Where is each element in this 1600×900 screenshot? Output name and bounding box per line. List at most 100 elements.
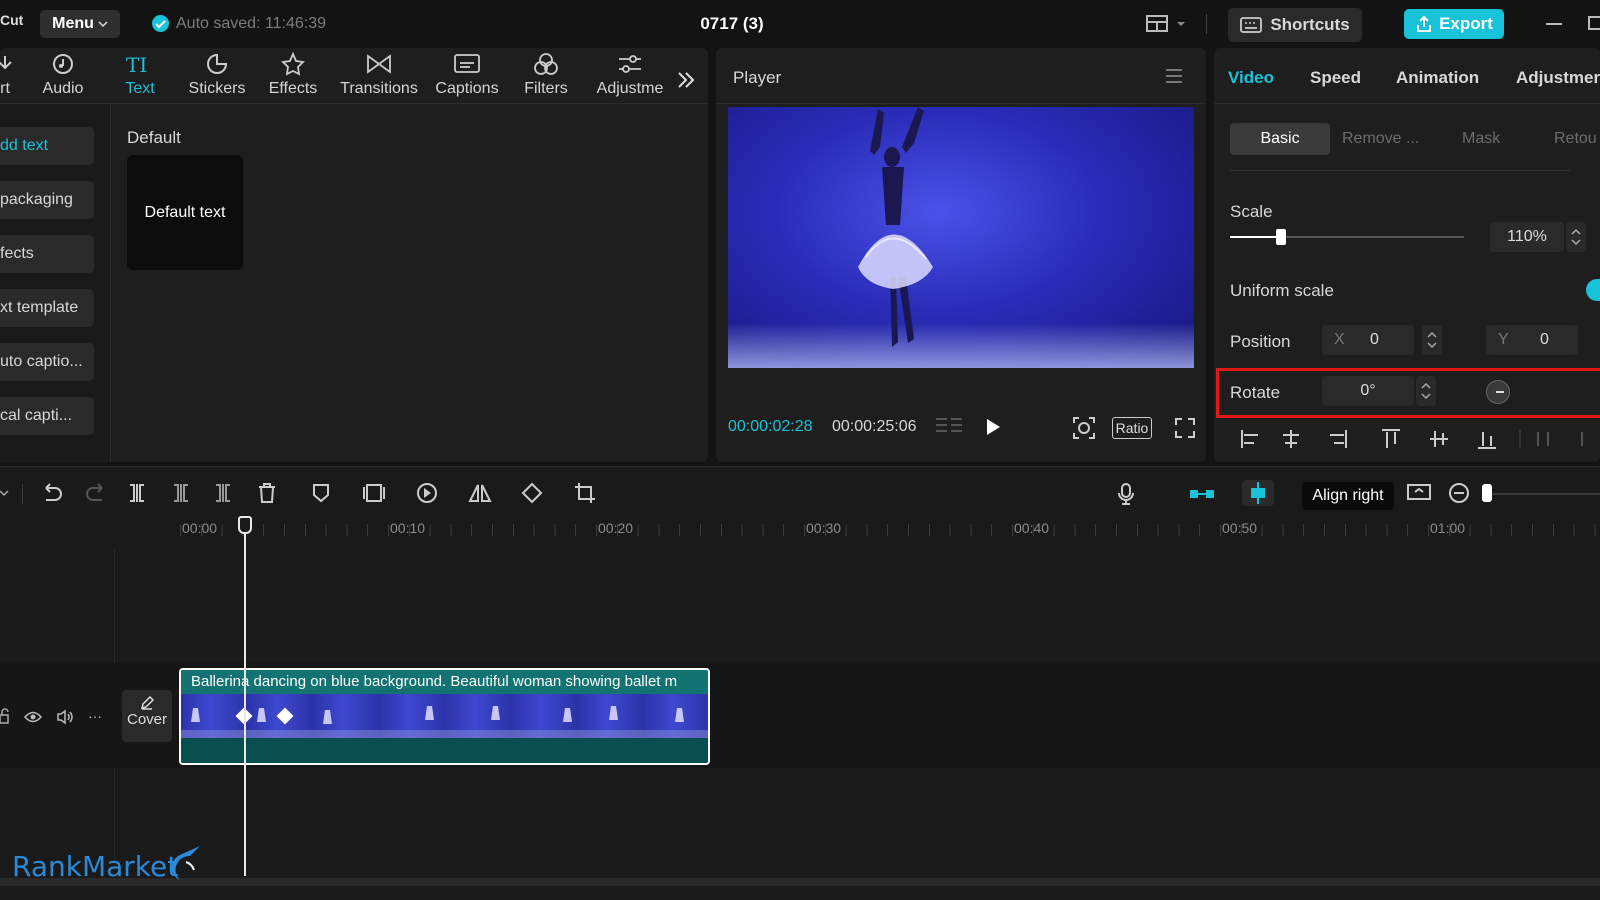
mirror-icon[interactable] xyxy=(468,482,492,509)
crop-icon[interactable] xyxy=(574,482,596,509)
unicorn-logo-icon xyxy=(166,844,202,887)
sidebar-item-label: packaging xyxy=(0,191,73,208)
split-icon[interactable] xyxy=(126,482,148,509)
position-x-field[interactable]: X 0 xyxy=(1322,325,1414,355)
preview-axis-icon[interactable] xyxy=(1406,482,1432,509)
subtab-remove[interactable]: Remove ... xyxy=(1342,130,1419,148)
export-button[interactable]: Export xyxy=(1404,9,1504,39)
ruler-label: 00:30 xyxy=(806,520,842,536)
toolbar-item-captions[interactable]: Captions xyxy=(422,52,512,98)
rotate-dial-indicator xyxy=(1496,391,1504,393)
mute-audio-icon[interactable] xyxy=(56,709,74,730)
sidebar-item-packaging[interactable]: packaging xyxy=(0,181,94,219)
layout-icon[interactable] xyxy=(1146,14,1188,39)
position-label: Position xyxy=(1230,332,1291,351)
zoom-slider[interactable] xyxy=(1482,493,1600,495)
video-clip[interactable]: Ballerina dancing on blue background. Be… xyxy=(179,668,710,765)
ruler-label: 00:10 xyxy=(390,520,426,536)
rotate-dial[interactable] xyxy=(1486,380,1510,404)
main-track-magnet-icon[interactable] xyxy=(1188,484,1216,509)
tab-animation[interactable]: Animation xyxy=(1396,68,1479,88)
toolbar-item-label: Text xyxy=(125,80,155,97)
split-left-icon[interactable] xyxy=(170,482,192,509)
delete-icon[interactable] xyxy=(256,482,278,509)
default-text-card[interactable]: Default text xyxy=(127,155,243,270)
redo-icon[interactable] xyxy=(84,482,108,509)
subtab-mask[interactable]: Mask xyxy=(1462,130,1500,148)
sidebar-item-add-text[interactable]: dd text xyxy=(0,127,94,165)
scale-slider-handle[interactable] xyxy=(1276,229,1287,245)
zoom-slider-handle[interactable] xyxy=(1482,484,1492,502)
divider xyxy=(1206,14,1207,34)
card-label: Default text xyxy=(144,203,226,221)
divider xyxy=(22,484,23,504)
visibility-eye-icon[interactable] xyxy=(23,710,43,729)
tab-speed[interactable]: Speed xyxy=(1310,68,1361,88)
microphone-icon[interactable] xyxy=(1116,482,1136,511)
rotate-input[interactable]: 0° xyxy=(1322,376,1414,406)
align-toolbar xyxy=(1230,424,1590,462)
video-preview[interactable] xyxy=(728,107,1194,368)
ratio-button[interactable]: Ratio xyxy=(1112,417,1152,439)
sidebar-item-local-captions[interactable]: cal capti... xyxy=(0,397,94,435)
shortcuts-button[interactable]: Shortcuts xyxy=(1228,8,1362,42)
toolbar-item-effects[interactable]: Effects xyxy=(248,52,338,98)
select-tool-chevron-icon[interactable] xyxy=(0,486,10,504)
playhead-line xyxy=(244,528,246,876)
align-right-icon xyxy=(1330,430,1347,448)
lock-track-icon[interactable] xyxy=(0,708,10,729)
rotate-stepper[interactable] xyxy=(1416,376,1436,406)
ruler-label: 00:20 xyxy=(598,520,634,536)
playhead-handle[interactable] xyxy=(238,516,252,534)
more-options-icon[interactable]: ··· xyxy=(88,708,102,724)
cover-label: Cover xyxy=(126,711,167,728)
player-menu-icon[interactable] xyxy=(1164,68,1184,89)
scale-stepper[interactable] xyxy=(1566,222,1586,252)
import-icon xyxy=(0,56,12,70)
position-x-value: 0 xyxy=(1370,331,1379,348)
rotate-clip-icon[interactable] xyxy=(520,482,544,509)
scale-input[interactable]: 110% xyxy=(1490,222,1564,252)
clip-audio-strip xyxy=(181,738,708,763)
maximize-icon[interactable] xyxy=(1588,16,1600,30)
sidebar-item-text-template[interactable]: xt template xyxy=(0,289,94,327)
timeline-grid-icon[interactable] xyxy=(934,416,964,443)
toolbar-item-transitions[interactable]: Transitions xyxy=(334,52,424,98)
menu-button[interactable]: Menu xyxy=(40,10,120,38)
minimize-icon[interactable] xyxy=(1546,23,1562,25)
subtab-retouch[interactable]: Retou xyxy=(1554,130,1597,148)
scale-slider[interactable] xyxy=(1230,229,1464,245)
fit-screen-icon[interactable] xyxy=(1072,416,1096,445)
marker-icon[interactable] xyxy=(310,482,332,509)
timeline-scrollbar[interactable] xyxy=(0,878,1600,886)
toolbar-item-label: Audio xyxy=(42,80,84,97)
toolbar-item-label: Stickers xyxy=(188,80,246,97)
sidebar-item-effects[interactable]: fects xyxy=(0,235,94,273)
stickers-icon xyxy=(207,53,228,74)
align-center-v-icon xyxy=(1430,431,1448,447)
play-icon[interactable] xyxy=(984,418,1002,441)
zoom-out-icon[interactable] xyxy=(1448,482,1470,509)
edit-pencil-icon xyxy=(140,696,154,710)
ruler-label: 01:00 xyxy=(1430,520,1466,536)
more-tools-icon[interactable] xyxy=(676,70,696,95)
toolbar-item-adjustment[interactable]: Adjustme xyxy=(582,52,678,98)
reverse-icon[interactable] xyxy=(416,482,438,509)
undo-icon[interactable] xyxy=(40,482,64,509)
position-y-field[interactable]: Y 0 xyxy=(1486,325,1578,355)
cover-button[interactable]: Cover xyxy=(122,690,172,742)
position-x-stepper[interactable] xyxy=(1422,325,1442,355)
tab-adjustment[interactable]: Adjustmer xyxy=(1516,68,1600,88)
tab-video[interactable]: Video xyxy=(1228,68,1274,88)
project-title[interactable]: 0717 (3) xyxy=(692,14,772,34)
fullscreen-icon[interactable] xyxy=(1174,417,1196,444)
auto-snap-icon[interactable] xyxy=(1242,480,1274,506)
sidebar-item-auto-captions[interactable]: uto captio... xyxy=(0,343,94,381)
freeze-frame-icon[interactable] xyxy=(362,482,386,509)
app-name-fragment: Cut xyxy=(0,12,24,28)
split-right-icon[interactable] xyxy=(212,482,234,509)
filters-icon xyxy=(534,53,558,75)
toolbar-item-filters[interactable]: Filters xyxy=(501,52,591,98)
subtab-basic[interactable]: Basic xyxy=(1230,123,1330,155)
ballerina-figure xyxy=(858,107,933,347)
